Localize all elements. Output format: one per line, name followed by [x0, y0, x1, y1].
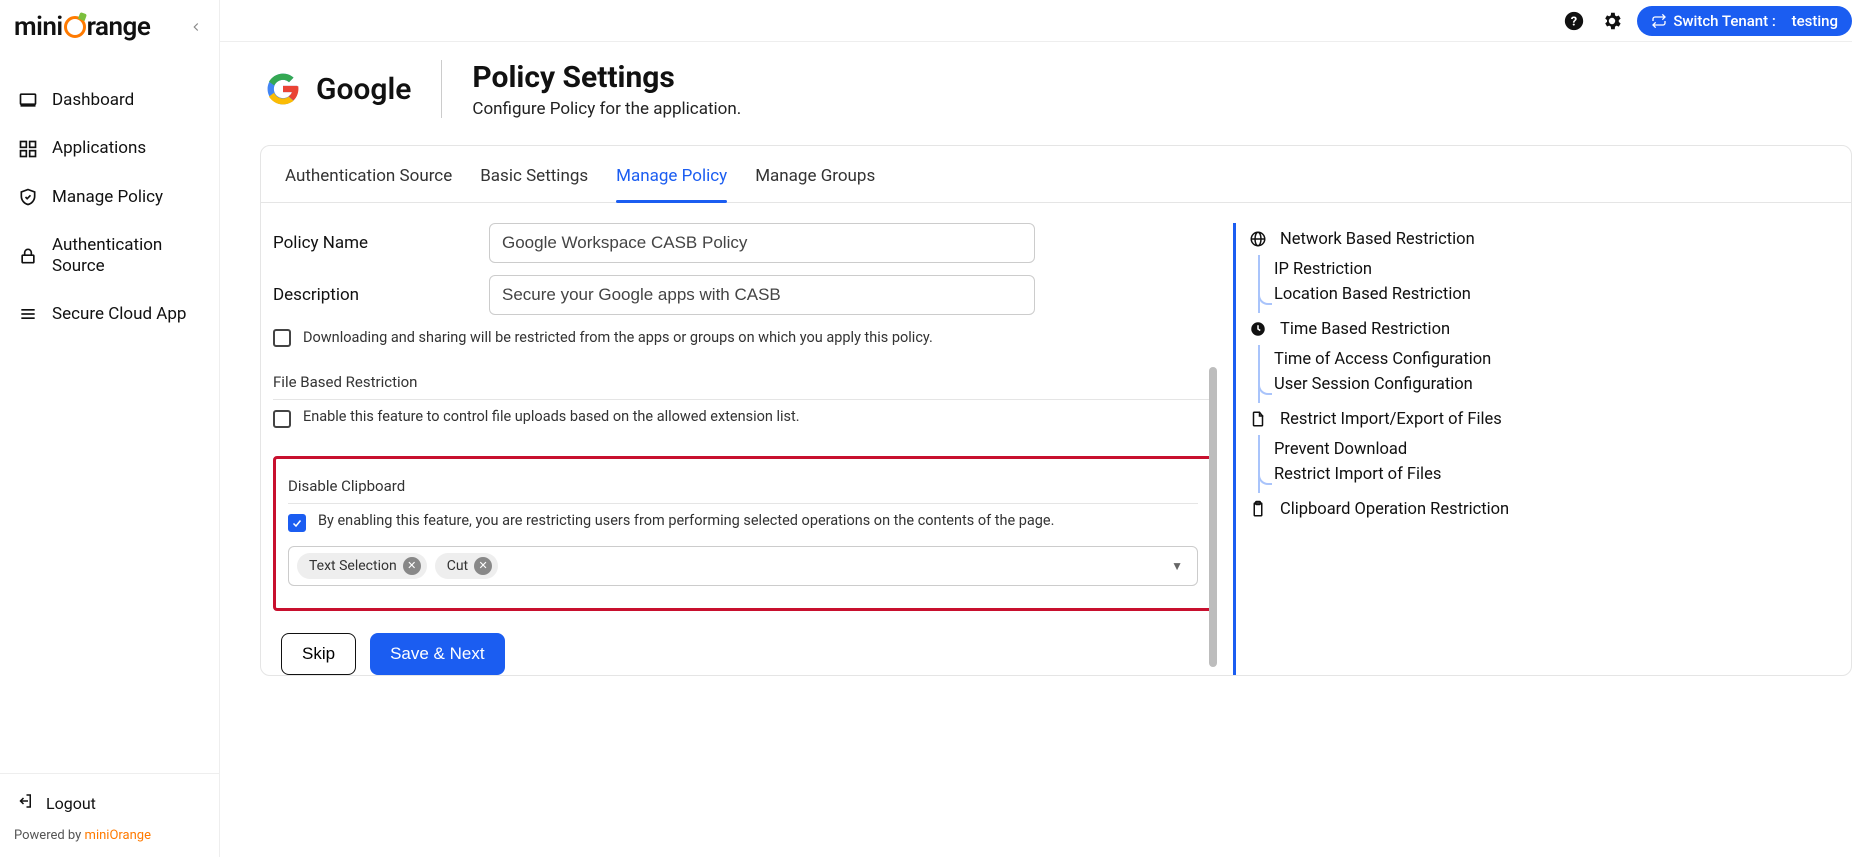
chevron-down-icon[interactable]: ▼ [1165, 559, 1189, 573]
file-icon [1248, 409, 1268, 429]
clipboard-desc: By enabling this feature, you are restri… [318, 512, 1054, 529]
clipboard-highlight-box: Disable Clipboard By enabling this featu… [273, 456, 1213, 611]
clipboard-icon [1248, 499, 1268, 519]
apps-icon [18, 139, 38, 159]
scrollbar[interactable] [1209, 367, 1217, 667]
logout-icon [16, 792, 34, 814]
outline-label: Time Based Restriction [1280, 320, 1450, 339]
file-desc: Enable this feature to control file uplo… [303, 408, 800, 425]
outline-clipboard[interactable]: Clipboard Operation Restriction [1248, 493, 1563, 525]
help-icon[interactable]: ? [1561, 8, 1587, 34]
page-title: Policy Settings [472, 60, 741, 95]
outline-network[interactable]: Network Based Restriction [1248, 223, 1563, 255]
collapse-sidebar-icon[interactable] [187, 18, 205, 36]
switch-tenant-button[interactable]: Switch Tenant : testing [1637, 6, 1852, 36]
title-block: Policy Settings Configure Policy for the… [472, 60, 741, 119]
chip-remove-icon[interactable]: ✕ [474, 557, 492, 575]
outline-prevent-download[interactable]: Prevent Download [1274, 437, 1563, 462]
topbar: ? Switch Tenant : testing [220, 0, 1852, 42]
nav-label: Dashboard [52, 90, 134, 110]
description-label: Description [273, 285, 489, 305]
globe-icon [1248, 229, 1268, 249]
powered-brand-link[interactable]: miniOrange [85, 828, 151, 843]
list-icon [18, 304, 38, 324]
nav-label: Secure Cloud App [52, 304, 186, 324]
outline-time[interactable]: Time Based Restriction [1248, 313, 1563, 345]
policy-name-input[interactable] [489, 223, 1035, 263]
powered-by: Powered by miniOrange [14, 828, 205, 843]
outline-label: Network Based Restriction [1280, 230, 1475, 249]
nav-manage-policy[interactable]: Manage Policy [6, 177, 213, 217]
footer-actions: Skip Save & Next [273, 633, 1213, 675]
download-desc: Downloading and sharing will be restrict… [303, 327, 933, 349]
main: ? Switch Tenant : testing Google Policy … [220, 0, 1852, 857]
outline-user-session[interactable]: User Session Configuration [1274, 372, 1563, 397]
nav-dashboard[interactable]: Dashboard [6, 80, 213, 120]
brand-logo: mini range [0, 0, 219, 52]
chip-remove-icon[interactable]: ✕ [403, 557, 421, 575]
form-left: Policy Name Description Downloading and … [273, 223, 1213, 675]
save-next-button[interactable]: Save & Next [370, 633, 505, 675]
shield-icon [18, 187, 38, 207]
sidebar: mini range Dashboard Applications Manage … [0, 0, 220, 857]
outline-restrict-files[interactable]: Restrict Import/Export of Files [1248, 403, 1563, 435]
logout-label: Logout [46, 794, 96, 813]
file-upload-checkbox[interactable] [273, 410, 291, 428]
outline-location-restriction[interactable]: Location Based Restriction [1274, 282, 1563, 307]
settings-icon[interactable] [1599, 8, 1625, 34]
outline-label: Clipboard Operation Restriction [1280, 500, 1509, 519]
tab-manage-groups[interactable]: Manage Groups [755, 166, 875, 202]
lock-icon [18, 246, 38, 266]
nav-applications[interactable]: Applications [6, 128, 213, 168]
brand-suffix: range [87, 12, 151, 42]
nav-label: Applications [52, 138, 146, 158]
refresh-icon [1651, 13, 1667, 29]
chip-cut: Cut ✕ [435, 553, 498, 579]
page-header: Google Policy Settings Configure Policy … [260, 60, 1852, 119]
tab-auth-source[interactable]: Authentication Source [285, 166, 452, 202]
logout-button[interactable]: Logout [14, 784, 205, 822]
chip-text-selection: Text Selection ✕ [297, 553, 427, 579]
tabs: Authentication Source Basic Settings Man… [261, 146, 1851, 203]
app-name: Google [316, 72, 411, 107]
brand-o-icon [64, 16, 86, 38]
policy-name-label: Policy Name [273, 233, 489, 253]
google-icon [264, 70, 302, 108]
tab-basic-settings[interactable]: Basic Settings [480, 166, 588, 202]
file-section-title: File Based Restriction [273, 373, 1213, 400]
skip-button[interactable]: Skip [281, 633, 356, 675]
page-subtitle: Configure Policy for the application. [472, 99, 741, 119]
outline-label: Restrict Import/Export of Files [1280, 410, 1502, 429]
tab-manage-policy[interactable]: Manage Policy [616, 166, 727, 202]
app-badge: Google [260, 60, 442, 118]
svg-text:?: ? [1571, 14, 1577, 29]
nav-secure-cloud[interactable]: Secure Cloud App [6, 294, 213, 334]
clipboard-checkbox[interactable] [288, 514, 306, 532]
brand-prefix: mini [14, 12, 63, 42]
nav-label: Authentication Source [52, 235, 201, 276]
switch-tenant-label: Switch Tenant : [1673, 12, 1776, 30]
main-nav: Dashboard Applications Manage Policy Aut… [0, 52, 219, 362]
download-restrict-checkbox[interactable] [273, 329, 291, 347]
outline-time-access[interactable]: Time of Access Configuration [1274, 347, 1563, 372]
dashboard-icon [18, 90, 38, 110]
settings-card: Authentication Source Basic Settings Man… [260, 145, 1852, 676]
policy-outline-nav: Network Based Restriction IP Restriction… [1233, 223, 1573, 675]
description-input[interactable] [489, 275, 1035, 315]
outline-ip-restriction[interactable]: IP Restriction [1274, 257, 1563, 282]
clipboard-operations-select[interactable]: Text Selection ✕ Cut ✕ ▼ [288, 546, 1198, 586]
chip-label: Cut [447, 558, 468, 574]
nav-label: Manage Policy [52, 187, 163, 207]
clipboard-section-title: Disable Clipboard [288, 477, 1198, 504]
clock-icon [1248, 319, 1268, 339]
content: Google Policy Settings Configure Policy … [220, 42, 1852, 857]
sidebar-footer: Logout Powered by miniOrange [0, 773, 219, 857]
chip-label: Text Selection [309, 558, 397, 574]
nav-auth-source[interactable]: Authentication Source [6, 225, 213, 286]
outline-restrict-import[interactable]: Restrict Import of Files [1274, 462, 1563, 487]
tenant-value: testing [1792, 12, 1838, 30]
